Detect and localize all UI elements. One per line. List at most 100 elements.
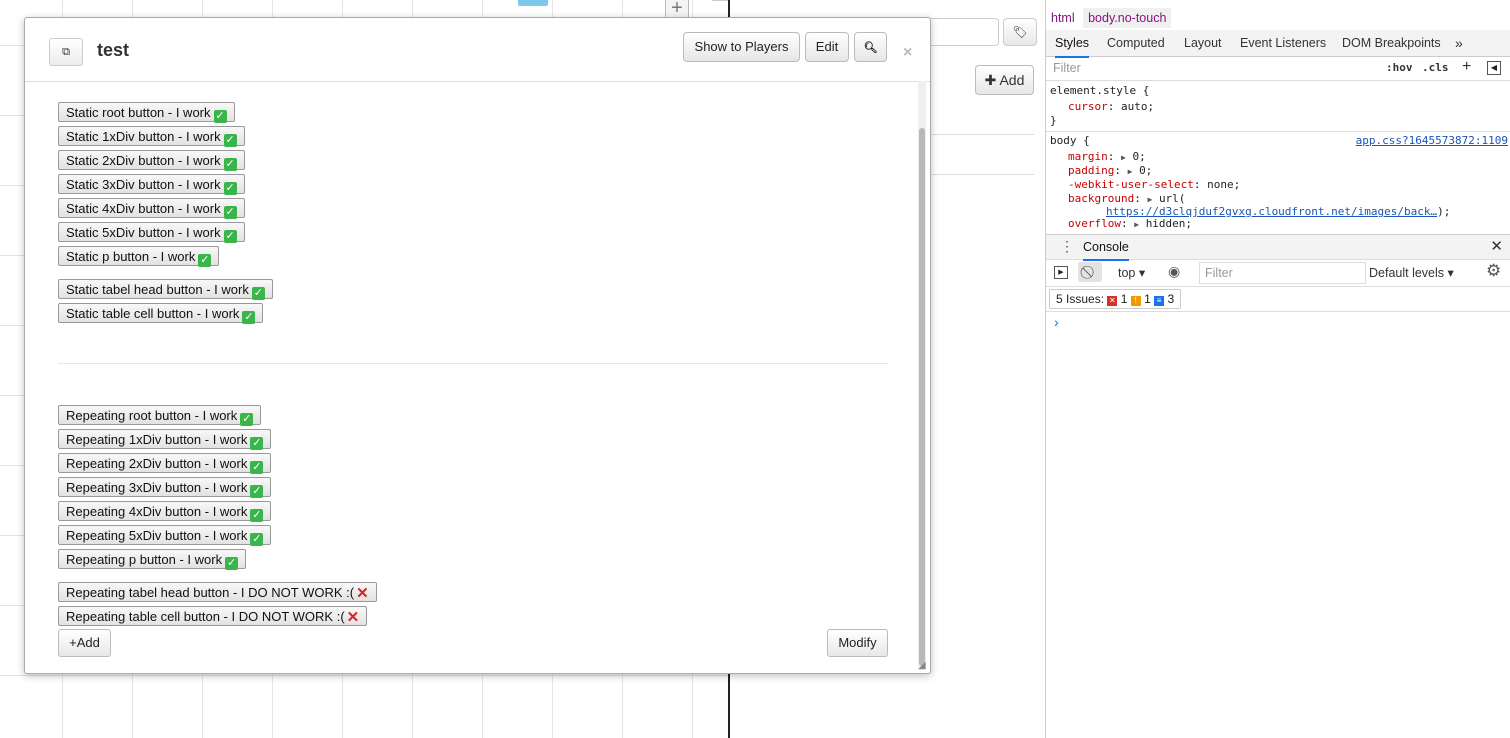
clear-console-icon[interactable]: ⃠ (1078, 262, 1102, 282)
breadcrumb-body[interactable]: body.no-touch (1083, 8, 1172, 28)
live-expression-eye-icon[interactable]: ◉ (1168, 263, 1180, 280)
expand-icon[interactable]: ▶ (1121, 153, 1126, 162)
macro-button[interactable]: Repeating 1xDiv button - I work ✓ (58, 429, 272, 450)
check-icon: ✓ (223, 134, 237, 147)
macro-button-label: Repeating 3xDiv button - I work (66, 480, 248, 495)
scrollbar-thumb[interactable] (919, 128, 925, 666)
macro-button[interactable]: Repeating tabel head button - I DO NOT W… (58, 582, 377, 602)
macro-button-label: Repeating tabel head button - I DO NOT W… (66, 585, 355, 600)
macro-button[interactable]: Static p button - I work ✓ (58, 246, 220, 267)
console-settings-gear-icon[interactable]: ⚙ (1486, 261, 1501, 281)
modify-button[interactable]: Modify (827, 629, 888, 657)
tab-styles[interactable]: Styles (1055, 30, 1090, 58)
expand-icon[interactable]: ▶ (1128, 167, 1133, 176)
css-value: 0; (1139, 164, 1153, 177)
macro-button-label: Static 5xDiv button - I work (66, 225, 221, 240)
macro-button[interactable]: Static 2xDiv button - I work ✓ (58, 150, 245, 171)
toggle-sidebar-icon[interactable]: ◀ (1487, 61, 1501, 75)
tag-button[interactable]: 🏷 (1003, 18, 1037, 46)
check-icon: ✓ (250, 437, 264, 450)
expand-icon[interactable]: ▶ (1134, 220, 1139, 229)
check-icon: ✓ (250, 509, 264, 522)
error-icon: ✕ (1107, 296, 1118, 306)
check-icon: ✓ (213, 110, 227, 123)
macro-button[interactable]: Static 3xDiv button - I work ✓ (58, 174, 245, 195)
macro-button[interactable]: Repeating table cell button - I DO NOT W… (58, 606, 368, 626)
css-decl-padding[interactable]: padding: ▶ 0; (1068, 164, 1152, 177)
macro-button-label: Static 4xDiv button - I work (66, 201, 221, 216)
more-tabs-icon[interactable]: » (1455, 30, 1463, 56)
element-style-decl[interactable]: cursor: auto; (1068, 100, 1154, 113)
close-icon[interactable]: × (903, 44, 912, 62)
hov-toggle[interactable]: :hov (1386, 61, 1413, 74)
source-link[interactable]: app.css?1645573872:1109 (1356, 134, 1508, 147)
drawer-menu-icon[interactable]: ⋮ (1060, 238, 1074, 255)
macro-button-label: Static table cell button - I work (66, 306, 240, 321)
macro-button-label: Static p button - I work (66, 249, 196, 264)
css-prop: background (1068, 192, 1135, 205)
divider (1046, 131, 1510, 132)
styles-filter-input[interactable]: Filter (1053, 61, 1081, 75)
macro-button[interactable]: Static 5xDiv button - I work ✓ (58, 222, 245, 243)
edit-button[interactable]: Edit (805, 32, 849, 62)
new-rule-icon[interactable]: + (1462, 58, 1471, 76)
cross-icon: ✕ (356, 585, 369, 602)
add-item-button[interactable]: +Add (58, 629, 111, 657)
macro-button[interactable]: Static tabel head button - I work ✓ (58, 279, 273, 300)
divider (712, 0, 728, 1)
css-decl-margin[interactable]: margin: ▶ 0; (1068, 150, 1146, 163)
add-button-label: Add (999, 72, 1025, 88)
css-prop: cursor (1068, 100, 1108, 113)
section-divider (58, 363, 888, 364)
log-levels-label: Default levels (1369, 266, 1445, 280)
show-to-players-button[interactable]: Show to Players (683, 32, 800, 62)
css-decl-background[interactable]: background: ▶ url( (1068, 192, 1185, 205)
macro-button[interactable]: Repeating p button - I work ✓ (58, 549, 247, 570)
search-icon: 🔍︎ (863, 42, 878, 54)
resize-handle-icon[interactable]: ◢ (918, 661, 928, 671)
popout-button[interactable]: ⧉ (49, 38, 83, 66)
tab-computed[interactable]: Computed (1107, 30, 1165, 56)
tab-console[interactable]: Console (1083, 235, 1129, 261)
console-prompt-icon[interactable]: › (1054, 314, 1059, 330)
issues-info: 3 (1167, 292, 1175, 306)
search-button[interactable]: 🔍︎ (854, 32, 887, 62)
macro-button[interactable]: Repeating 3xDiv button - I work ✓ (58, 477, 272, 498)
context-selector[interactable]: top ▾ (1118, 265, 1145, 280)
styles-filter-bar: Filter :hov .cls + ◀ (1046, 58, 1510, 81)
macro-button-label: Static 2xDiv button - I work (66, 153, 221, 168)
tab-dom-breakpoints[interactable]: DOM Breakpoints (1342, 30, 1441, 56)
tab-event-listeners[interactable]: Event Listeners (1240, 30, 1326, 56)
css-decl-overflow[interactable]: overflow: ▶ hidden; (1068, 217, 1192, 230)
expand-icon[interactable]: ▶ (1147, 195, 1152, 204)
css-decl-user-select[interactable]: -webkit-user-select: none; (1068, 178, 1240, 191)
log-levels-dropdown[interactable]: Default levels ▾ (1369, 265, 1454, 280)
css-value: auto; (1121, 100, 1155, 113)
tab-layout[interactable]: Layout (1184, 30, 1222, 56)
macro-button-label: Static tabel head button - I work (66, 282, 249, 297)
macro-button[interactable]: Repeating 5xDiv button - I work ✓ (58, 525, 272, 546)
cls-toggle[interactable]: .cls (1422, 61, 1449, 74)
close-drawer-icon[interactable]: ✕ (1490, 237, 1503, 255)
sidebar-toggle-icon[interactable]: ▶ (1054, 266, 1068, 279)
macro-button[interactable]: Static 4xDiv button - I work ✓ (58, 198, 245, 219)
macro-button[interactable]: Static table cell button - I work ✓ (58, 303, 264, 324)
issues-counter[interactable]: 5 Issues: ✕ 1 ! 1 ≡ 3 (1049, 289, 1182, 309)
cross-icon: ✕ (346, 609, 360, 626)
macro-button-label: Static 1xDiv button - I work (66, 129, 221, 144)
macro-button[interactable]: Repeating 2xDiv button - I work ✓ (58, 453, 272, 474)
macro-button[interactable]: Repeating 4xDiv button - I work ✓ (58, 501, 272, 522)
add-button[interactable]: ✚ Add (975, 65, 1034, 95)
css-value: hidden; (1145, 217, 1193, 230)
macro-button[interactable]: Static root button - I work ✓ (58, 102, 235, 123)
styles-tabs: Styles Computed Layout Event Listeners D… (1046, 30, 1510, 58)
check-icon: ✓ (223, 230, 237, 243)
check-icon: ✓ (250, 461, 264, 474)
breadcrumb-html[interactable]: html (1046, 8, 1080, 28)
check-icon: ✓ (242, 311, 256, 324)
macro-button[interactable]: Static 1xDiv button - I work ✓ (58, 126, 245, 147)
drawer-tabbar: ⋮ Console ✕ (1046, 234, 1510, 261)
console-filter-input[interactable]: Filter (1199, 262, 1366, 284)
macro-button[interactable]: Repeating root button - I work ✓ (58, 405, 262, 426)
check-icon: ✓ (251, 287, 265, 300)
